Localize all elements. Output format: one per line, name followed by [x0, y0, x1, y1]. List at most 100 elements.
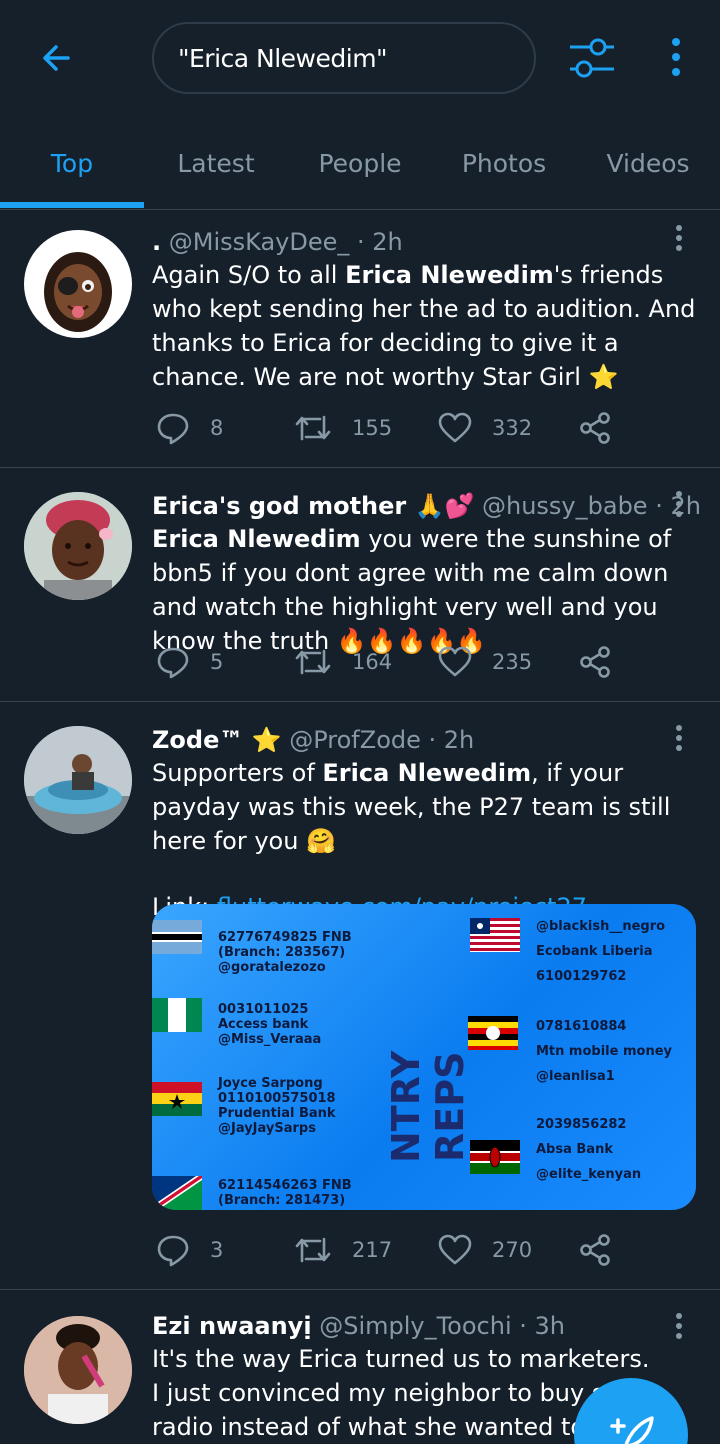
- tab-top[interactable]: Top: [0, 118, 144, 208]
- active-tab-indicator: [0, 202, 144, 208]
- reply-icon: [157, 413, 189, 445]
- like-count: 332: [492, 416, 533, 440]
- share-icon: [580, 412, 610, 444]
- share-icon: [580, 646, 610, 678]
- display-name[interactable]: Ezi nwaanyị: [152, 1312, 312, 1340]
- search-input[interactable]: "Erica Nlewedim": [152, 22, 536, 94]
- retweet-count: 155: [352, 416, 393, 440]
- tweet-text: Supporters of Erica Nlewedim, if your pa…: [152, 759, 671, 855]
- rep-block: 0781610884 Mtn mobile money @leanlisa1: [536, 1019, 672, 1084]
- like-count: 270: [492, 1238, 533, 1262]
- search-highlight: Erica Nlewedim: [345, 261, 554, 289]
- heart-icon: [438, 412, 472, 443]
- tweet[interactable]: Zode™ ⭐ @ProfZode · 2h Supporters of Eri…: [0, 702, 720, 1290]
- handle[interactable]: @MissKayDee_: [169, 228, 350, 256]
- kenya-flag: [470, 1140, 520, 1174]
- liberia-flag: [470, 918, 520, 952]
- tweet-menu-icon[interactable]: [668, 490, 690, 520]
- tweet-actions: 8 155 332: [152, 408, 632, 448]
- reply-count: 8: [210, 416, 224, 440]
- display-name[interactable]: Erica's god mother 🙏💕: [152, 492, 474, 520]
- tweet-content: . @MissKayDee_ · 2h Again S/O to all Eri…: [152, 226, 700, 394]
- avatar[interactable]: [24, 726, 132, 834]
- handle[interactable]: @hussy_babe: [482, 492, 648, 520]
- back-arrow-icon[interactable]: [30, 32, 82, 84]
- more-options-icon[interactable]: [660, 36, 692, 80]
- like-button[interactable]: 270: [438, 1230, 532, 1270]
- share-button[interactable]: [578, 1230, 612, 1270]
- share-button[interactable]: [578, 642, 612, 682]
- compose-feather-icon: [610, 1416, 654, 1444]
- reply-button[interactable]: 3: [156, 1230, 223, 1270]
- retweet-count: 217: [352, 1238, 393, 1262]
- like-count: 235: [492, 650, 533, 674]
- namibia-flag: [152, 1176, 202, 1210]
- image-banner-text: NTRY REPS: [384, 1050, 472, 1164]
- tweet-menu-icon[interactable]: [668, 1312, 690, 1342]
- retweet-button[interactable]: 164: [294, 642, 392, 682]
- reply-icon: [157, 647, 189, 679]
- like-button[interactable]: 235: [438, 642, 532, 682]
- reply-count: 5: [210, 650, 224, 674]
- search-tabs: Top Latest People Photos Videos: [0, 118, 720, 210]
- tweet-header: . @MissKayDee_ · 2h: [152, 226, 700, 258]
- search-highlight: Erica Nlewedim: [322, 759, 532, 787]
- filter-icon[interactable]: [566, 36, 618, 80]
- retweet-button[interactable]: 217: [294, 1230, 392, 1270]
- retweet-button[interactable]: 155: [294, 408, 392, 448]
- tweet-image[interactable]: NTRY REPS 62776749825 FNB (Branch: 28356…: [152, 904, 696, 1210]
- retweet-count: 164: [352, 650, 393, 674]
- search-query: "Erica Nlewedim": [178, 44, 388, 73]
- tweet-actions: 5 164 235: [152, 642, 632, 682]
- display-name[interactable]: Zode™ ⭐: [152, 726, 282, 754]
- retweet-icon: [295, 415, 331, 441]
- tweet-header: Erica's god mother 🙏💕 @hussy_babe · 2h: [152, 490, 701, 522]
- timestamp: · 3h: [519, 1312, 566, 1340]
- tweet-text: Again S/O to all Erica Nlewedim's friend…: [152, 261, 696, 391]
- top-bar: "Erica Nlewedim": [0, 0, 720, 118]
- heart-icon: [438, 1234, 472, 1265]
- search-highlight: Erica Nlewedim: [152, 525, 361, 553]
- timestamp: · 2h: [357, 228, 403, 256]
- like-button[interactable]: 332: [438, 408, 532, 448]
- rep-block: 62114546263 FNB (Branch: 281473): [218, 1178, 352, 1208]
- tab-photos[interactable]: Photos: [432, 118, 576, 208]
- reply-button[interactable]: 8: [156, 408, 223, 448]
- uganda-flag: [468, 1016, 518, 1050]
- handle[interactable]: @ProfZode: [289, 726, 421, 754]
- tweet-header: Zode™ ⭐ @ProfZode · 2h: [152, 724, 700, 756]
- tweet-menu-icon[interactable]: [668, 724, 690, 754]
- avatar[interactable]: [24, 492, 132, 600]
- rep-block: 0031011025 Access bank @Miss_Veraaa: [218, 1002, 322, 1047]
- tweet[interactable]: . @MissKayDee_ · 2h Again S/O to all Eri…: [0, 210, 720, 468]
- retweet-icon: [295, 1237, 331, 1263]
- reply-count: 3: [210, 1238, 224, 1262]
- tab-latest[interactable]: Latest: [144, 118, 288, 208]
- rep-block: 2039856282 Absa Bank @elite_kenyan: [536, 1117, 642, 1182]
- tweet[interactable]: Erica's god mother 🙏💕 @hussy_babe · 2h E…: [0, 468, 720, 702]
- tweet-content: Erica's god mother 🙏💕 @hussy_babe · 2h E…: [152, 490, 701, 658]
- heart-icon: [438, 646, 472, 677]
- rep-block: Joyce Sarpong 0110100575018 Prudential B…: [218, 1076, 336, 1136]
- avatar[interactable]: [24, 1316, 132, 1424]
- tweet-actions: 3 217 270: [152, 1230, 632, 1270]
- tweet-content: Zode™ ⭐ @ProfZode · 2h Supporters of Eri…: [152, 724, 700, 924]
- handle[interactable]: @Simply_Toochi: [319, 1312, 511, 1340]
- ghana-flag: [152, 1082, 202, 1116]
- rep-block: 62776749825 FNB (Branch: 283567) @gorata…: [218, 930, 352, 975]
- tweet-header: Ezi nwaanyị @Simply_Toochi · 3h: [152, 1310, 700, 1342]
- nigeria-flag: [152, 998, 202, 1032]
- share-button[interactable]: [578, 408, 612, 448]
- rep-block: @blackish__negro Ecobank Liberia 6100129…: [536, 919, 666, 984]
- tweet-menu-icon[interactable]: [668, 224, 690, 254]
- display-name[interactable]: .: [152, 228, 161, 256]
- avatar[interactable]: [24, 230, 132, 338]
- tab-people[interactable]: People: [288, 118, 432, 208]
- tweet-text: Erica Nlewedim you were the sunshine of …: [152, 525, 672, 655]
- tab-videos[interactable]: Videos: [576, 118, 720, 208]
- reply-icon: [157, 1235, 189, 1267]
- timestamp: · 2h: [428, 726, 475, 754]
- reply-button[interactable]: 5: [156, 642, 223, 682]
- share-icon: [580, 1234, 610, 1266]
- retweet-icon: [295, 649, 331, 675]
